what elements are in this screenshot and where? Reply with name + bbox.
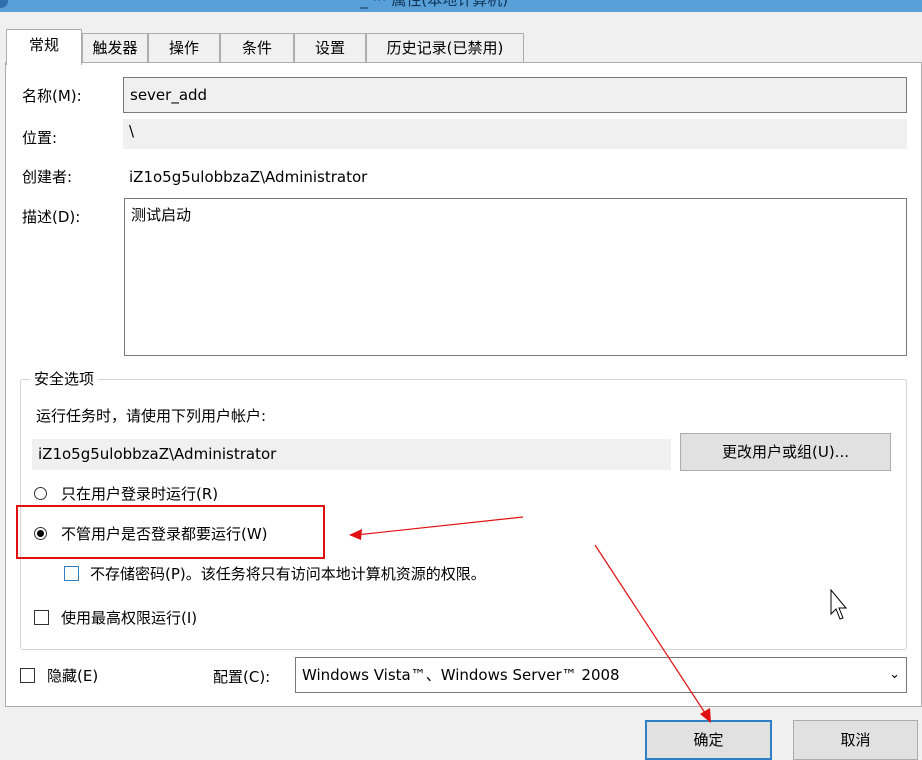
- arrowhead-down-icon: [700, 708, 711, 723]
- annotation-arrow-to-ok: [594, 544, 708, 717]
- mouse-cursor-icon: [830, 588, 848, 620]
- arrowhead-left-icon: [349, 529, 362, 540]
- annotation-arrow-to-radio: [355, 516, 524, 536]
- annotation-layer: [349, 516, 848, 723]
